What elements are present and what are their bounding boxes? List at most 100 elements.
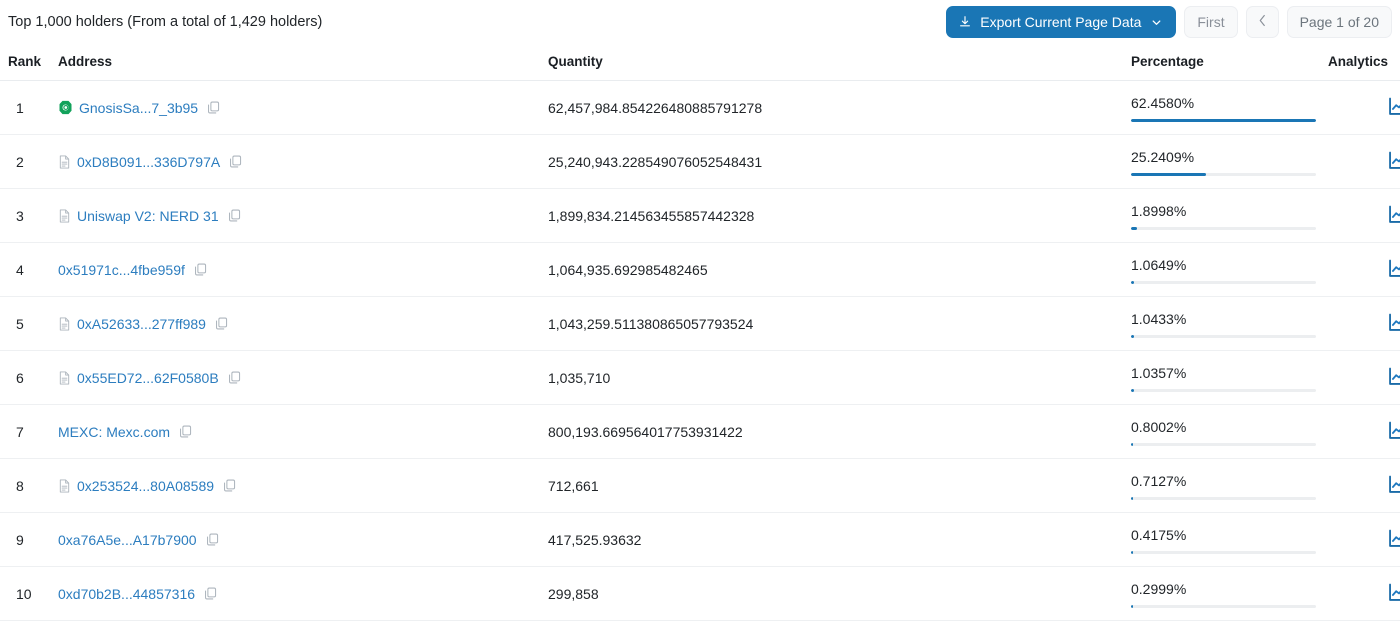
column-header-rank: Rank: [0, 44, 58, 81]
quantity-value: 417,525.93632: [548, 531, 642, 548]
contract-document-icon: [58, 209, 71, 223]
cell-analytics: [1328, 458, 1400, 513]
pagination-previous-button[interactable]: [1245, 6, 1279, 38]
analytics-chart-icon[interactable]: [1387, 96, 1400, 117]
copy-address-icon[interactable]: [205, 532, 220, 547]
percentage-cell: 0.8002%: [1131, 418, 1316, 446]
table-row: 3 Uniswap V2: NERD 31 1,899,834.2145634558…: [0, 188, 1400, 243]
percentage-bar-fill: [1131, 280, 1135, 284]
rank-value: 10: [16, 585, 32, 602]
percentage-value: 0.8002%: [1131, 418, 1187, 435]
percentage-value: 0.7127%: [1131, 472, 1187, 489]
cell-percentage: 62.4580%: [1131, 80, 1328, 135]
percentage-cell: 1.0357%: [1131, 364, 1316, 392]
address-cell: MEXC: Mexc.com: [58, 405, 548, 458]
address-link[interactable]: 0xD8B091...336D797A: [77, 154, 220, 170]
table-header: Rank Address Quantity Percentage Analyti…: [0, 44, 1400, 81]
analytics-chart-icon[interactable]: [1387, 366, 1400, 387]
cell-address: Uniswap V2: NERD 31: [58, 188, 548, 243]
copy-address-icon[interactable]: [178, 424, 193, 439]
cell-rank: 9: [0, 512, 58, 567]
table-body: 1 GnosisSa...7_3b95 62,457,984.85422648088…: [0, 80, 1400, 621]
copy-address-icon[interactable]: [222, 478, 237, 493]
address-link[interactable]: 0x55ED72...62F0580B: [77, 370, 219, 386]
copy-address-icon[interactable]: [227, 370, 242, 385]
cell-quantity: 299,858: [548, 566, 1131, 621]
cell-quantity: 25,240,943.228549076052548431: [548, 134, 1131, 189]
percentage-bar-track: [1131, 496, 1316, 500]
percentage-value: 0.2999%: [1131, 580, 1187, 597]
cell-rank: 4: [0, 242, 58, 297]
cell-rank: 10: [0, 566, 58, 621]
analytics-chart-icon[interactable]: [1387, 150, 1400, 171]
cell-rank: 8: [0, 458, 58, 513]
export-current-page-data-button[interactable]: Export Current Page Data: [946, 6, 1177, 38]
column-header-percentage: Percentage: [1131, 44, 1328, 81]
copy-address-icon[interactable]: [214, 316, 229, 331]
cell-quantity: 712,661: [548, 458, 1131, 513]
table-row: 9 0xa76A5e...A17b7900 417,525.93632 0.4175%: [0, 512, 1400, 567]
percentage-value: 1.0357%: [1131, 364, 1187, 381]
cell-rank: 2: [0, 134, 58, 189]
percentage-value: 62.4580%: [1131, 94, 1195, 111]
copy-address-icon[interactable]: [227, 208, 242, 223]
analytics-chart-icon[interactable]: [1387, 312, 1400, 333]
table-row: 10 0xd70b2B...44857316 299,858 0.2999%: [0, 566, 1400, 621]
address-link[interactable]: 0x253524...80A08589: [77, 478, 214, 494]
cell-analytics: [1328, 134, 1400, 189]
analytics-chart-icon[interactable]: [1387, 258, 1400, 279]
address-link[interactable]: 0xd70b2B...44857316: [58, 586, 195, 602]
cell-address: 0x253524...80A08589: [58, 458, 548, 513]
address-cell: GnosisSa...7_3b95: [58, 81, 548, 134]
percentage-bar-fill: [1131, 388, 1135, 392]
cell-quantity: 1,035,710: [548, 350, 1131, 405]
cell-address: GnosisSa...7_3b95: [58, 80, 548, 135]
cell-address: 0xA52633...277ff989: [58, 296, 548, 351]
quantity-value: 1,043,259.511380865057793524: [548, 315, 754, 332]
analytics-chart-icon[interactable]: [1387, 528, 1400, 549]
copy-address-icon[interactable]: [206, 100, 221, 115]
address-link[interactable]: Uniswap V2: NERD 31: [77, 208, 219, 224]
table-header-row: Rank Address Quantity Percentage Analyti…: [0, 44, 1400, 81]
address-cell: 0xD8B091...336D797A: [58, 135, 548, 188]
percentage-bar-fill: [1131, 604, 1133, 608]
quantity-value: 1,899,834.214563455857442328: [548, 207, 755, 224]
percentage-bar-fill: [1131, 334, 1135, 338]
address-link[interactable]: MEXC: Mexc.com: [58, 424, 170, 440]
percentage-bar-fill: [1131, 496, 1134, 500]
cell-rank: 6: [0, 350, 58, 405]
pagination-first-button[interactable]: First: [1184, 6, 1238, 38]
address-link[interactable]: GnosisSa...7_3b95: [79, 100, 198, 116]
contract-document-icon: [58, 317, 71, 331]
cell-analytics: [1328, 296, 1400, 351]
contract-document-icon: [58, 155, 71, 169]
percentage-cell: 1.0649%: [1131, 256, 1316, 284]
cell-quantity: 417,525.93632: [548, 512, 1131, 567]
address-link[interactable]: 0x51971c...4fbe959f: [58, 262, 185, 278]
address-cell: 0xd70b2B...44857316: [58, 567, 548, 620]
address-cell: Uniswap V2: NERD 31: [58, 189, 548, 242]
copy-address-icon[interactable]: [203, 586, 218, 601]
percentage-bar-track: [1131, 118, 1316, 122]
cell-address: 0xD8B091...336D797A: [58, 134, 548, 189]
analytics-chart-icon[interactable]: [1387, 474, 1400, 495]
address-link[interactable]: 0xa76A5e...A17b7900: [58, 532, 197, 548]
rank-value: 9: [16, 531, 24, 548]
cell-quantity: 800,193.669564017753931422: [548, 404, 1131, 459]
address-link[interactable]: 0xA52633...277ff989: [77, 316, 206, 332]
cell-quantity: 1,899,834.214563455857442328: [548, 188, 1131, 243]
percentage-cell: 62.4580%: [1131, 94, 1316, 122]
cell-analytics: [1328, 404, 1400, 459]
copy-address-icon[interactable]: [193, 262, 208, 277]
cell-quantity: 1,064,935.692985482465: [548, 242, 1131, 297]
copy-address-icon[interactable]: [228, 154, 243, 169]
cell-percentage: 0.2999%: [1131, 566, 1328, 621]
page-title: Top 1,000 holders (From a total of 1,429…: [8, 14, 323, 30]
contract-document-icon: [58, 371, 71, 385]
percentage-bar-track: [1131, 334, 1316, 338]
analytics-chart-icon[interactable]: [1387, 420, 1400, 441]
pagination-page-indicator[interactable]: Page 1 of 20: [1286, 6, 1392, 38]
analytics-chart-icon[interactable]: [1387, 204, 1400, 225]
quantity-value: 800,193.669564017753931422: [548, 423, 743, 440]
analytics-chart-icon[interactable]: [1387, 582, 1400, 603]
